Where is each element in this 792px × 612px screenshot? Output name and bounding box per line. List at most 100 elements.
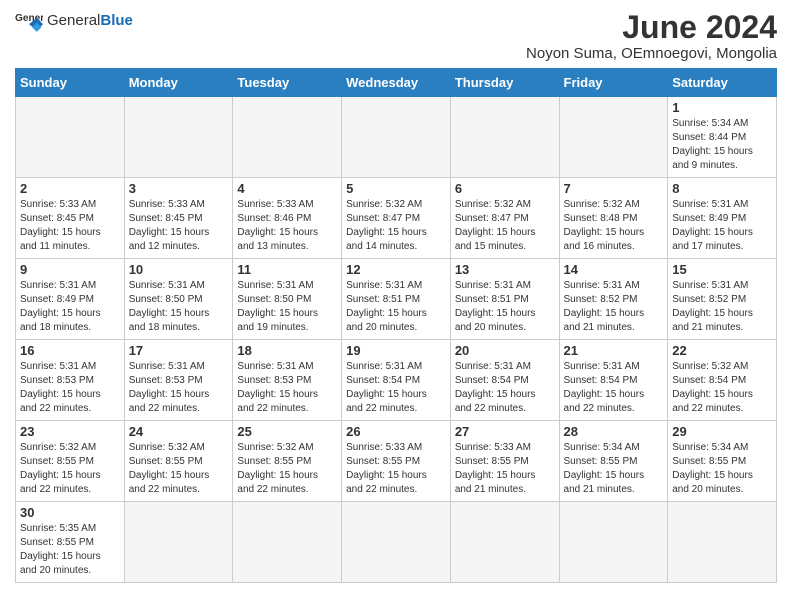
calendar-day-cell: 14 Sunrise: 5:31 AM Sunset: 8:52 PM Dayli…	[559, 259, 668, 340]
logo-blue-text: Blue	[100, 12, 133, 29]
day-info: Sunrise: 5:32 AM Sunset: 8:55 PM Dayligh…	[129, 441, 229, 497]
day-number: 24	[129, 424, 229, 439]
calendar-day-cell: 25 Sunrise: 5:32 AM Sunset: 8:55 PM Dayli…	[233, 421, 342, 502]
calendar-day-cell: 26 Sunrise: 5:33 AM Sunset: 8:55 PM Dayli…	[342, 421, 451, 502]
calendar-day-cell	[233, 97, 342, 178]
calendar-day-cell: 22Sunrise: 5:32 AM Sunset: 8:54 PM Dayli…	[668, 340, 777, 421]
weekday-header-thursday: Thursday	[450, 69, 559, 97]
day-number: 26	[346, 424, 446, 439]
day-number: 2	[20, 181, 120, 196]
calendar-day-cell: 21 Sunrise: 5:31 AM Sunset: 8:54 PM Dayli…	[559, 340, 668, 421]
day-number: 9	[20, 262, 120, 277]
calendar-day-cell: 27 Sunrise: 5:33 AM Sunset: 8:55 PM Dayli…	[450, 421, 559, 502]
day-info: Sunrise: 5:33 AM Sunset: 8:45 PM Dayligh…	[20, 198, 120, 254]
calendar-day-cell: 4Sunrise: 5:33 AM Sunset: 8:46 PM Daylig…	[233, 178, 342, 259]
calendar-day-cell: 8Sunrise: 5:31 AM Sunset: 8:49 PM Daylig…	[668, 178, 777, 259]
day-info: Sunrise: 5:31 AM Sunset: 8:54 PM Dayligh…	[455, 360, 555, 416]
logo-general-text: General	[47, 12, 100, 29]
day-info: Sunrise: 5:31 AM Sunset: 8:49 PM Dayligh…	[672, 198, 772, 254]
day-number: 10	[129, 262, 229, 277]
calendar-day-cell: 12 Sunrise: 5:31 AM Sunset: 8:51 PM Dayli…	[342, 259, 451, 340]
calendar-day-cell	[233, 502, 342, 583]
title-area: June 2024 Noyon Suma, OEmnoegovi, Mongol…	[526, 10, 777, 62]
day-info: Sunrise: 5:31 AM Sunset: 8:50 PM Dayligh…	[237, 279, 337, 335]
day-number: 25	[237, 424, 337, 439]
calendar-day-cell: 15 Sunrise: 5:31 AM Sunset: 8:52 PM Dayli…	[668, 259, 777, 340]
day-number: 18	[237, 343, 337, 358]
calendar-day-cell: 11 Sunrise: 5:31 AM Sunset: 8:50 PM Dayli…	[233, 259, 342, 340]
day-info: Sunrise: 5:31 AM Sunset: 8:49 PM Dayligh…	[20, 279, 120, 335]
day-number: 6	[455, 181, 555, 196]
calendar-day-cell	[342, 97, 451, 178]
calendar-day-cell: 3Sunrise: 5:33 AM Sunset: 8:45 PM Daylig…	[124, 178, 233, 259]
calendar-day-cell: 30 Sunrise: 5:35 AM Sunset: 8:55 PM Dayli…	[16, 502, 125, 583]
calendar-day-cell: 6 Sunrise: 5:32 AM Sunset: 8:47 PM Daylig…	[450, 178, 559, 259]
day-info: Sunrise: 5:34 AM Sunset: 8:44 PM Dayligh…	[672, 117, 772, 173]
calendar-week-row: 2 Sunrise: 5:33 AM Sunset: 8:45 PM Daylig…	[16, 178, 777, 259]
weekday-header-saturday: Saturday	[668, 69, 777, 97]
day-info: Sunrise: 5:33 AM Sunset: 8:55 PM Dayligh…	[346, 441, 446, 497]
calendar-day-cell: 10Sunrise: 5:31 AM Sunset: 8:50 PM Dayli…	[124, 259, 233, 340]
day-number: 19	[346, 343, 446, 358]
calendar-day-cell: 28Sunrise: 5:34 AM Sunset: 8:55 PM Dayli…	[559, 421, 668, 502]
day-info: Sunrise: 5:31 AM Sunset: 8:53 PM Dayligh…	[237, 360, 337, 416]
weekday-header-tuesday: Tuesday	[233, 69, 342, 97]
day-info: Sunrise: 5:32 AM Sunset: 8:47 PM Dayligh…	[346, 198, 446, 254]
day-number: 17	[129, 343, 229, 358]
day-number: 4	[237, 181, 337, 196]
day-number: 14	[564, 262, 664, 277]
calendar-day-cell: 1Sunrise: 5:34 AM Sunset: 8:44 PM Daylig…	[668, 97, 777, 178]
calendar-day-cell: 18 Sunrise: 5:31 AM Sunset: 8:53 PM Dayli…	[233, 340, 342, 421]
calendar-day-cell: 7 Sunrise: 5:32 AM Sunset: 8:48 PM Daylig…	[559, 178, 668, 259]
day-number: 29	[672, 424, 772, 439]
day-number: 13	[455, 262, 555, 277]
day-number: 21	[564, 343, 664, 358]
day-number: 12	[346, 262, 446, 277]
calendar-week-row: 30 Sunrise: 5:35 AM Sunset: 8:55 PM Dayli…	[16, 502, 777, 583]
day-number: 5	[346, 181, 446, 196]
day-info: Sunrise: 5:32 AM Sunset: 8:55 PM Dayligh…	[237, 441, 337, 497]
day-info: Sunrise: 5:32 AM Sunset: 8:47 PM Dayligh…	[455, 198, 555, 254]
calendar-day-cell: 17Sunrise: 5:31 AM Sunset: 8:53 PM Dayli…	[124, 340, 233, 421]
day-info: Sunrise: 5:31 AM Sunset: 8:51 PM Dayligh…	[455, 279, 555, 335]
calendar-day-cell: 19Sunrise: 5:31 AM Sunset: 8:54 PM Dayli…	[342, 340, 451, 421]
day-number: 3	[129, 181, 229, 196]
day-info: Sunrise: 5:31 AM Sunset: 8:53 PM Dayligh…	[20, 360, 120, 416]
calendar-week-row: 23Sunrise: 5:32 AM Sunset: 8:55 PM Dayli…	[16, 421, 777, 502]
day-info: Sunrise: 5:32 AM Sunset: 8:48 PM Dayligh…	[564, 198, 664, 254]
day-info: Sunrise: 5:32 AM Sunset: 8:54 PM Dayligh…	[672, 360, 772, 416]
header: General GeneralBlue June 2024 Noyon Suma…	[15, 10, 777, 62]
day-info: Sunrise: 5:31 AM Sunset: 8:52 PM Dayligh…	[672, 279, 772, 335]
day-number: 15	[672, 262, 772, 277]
day-number: 30	[20, 505, 120, 520]
calendar-day-cell	[559, 502, 668, 583]
weekday-header-wednesday: Wednesday	[342, 69, 451, 97]
weekday-header-sunday: Sunday	[16, 69, 125, 97]
calendar-week-row: 16Sunrise: 5:31 AM Sunset: 8:53 PM Dayli…	[16, 340, 777, 421]
day-number: 28	[564, 424, 664, 439]
day-info: Sunrise: 5:31 AM Sunset: 8:52 PM Dayligh…	[564, 279, 664, 335]
day-info: Sunrise: 5:33 AM Sunset: 8:55 PM Dayligh…	[455, 441, 555, 497]
calendar-day-cell	[450, 502, 559, 583]
day-info: Sunrise: 5:31 AM Sunset: 8:54 PM Dayligh…	[564, 360, 664, 416]
day-number: 20	[455, 343, 555, 358]
logo: General GeneralBlue	[15, 10, 133, 32]
calendar-day-cell: 29 Sunrise: 5:34 AM Sunset: 8:55 PM Dayli…	[668, 421, 777, 502]
weekday-header-friday: Friday	[559, 69, 668, 97]
calendar-day-cell	[668, 502, 777, 583]
calendar-day-cell: 13 Sunrise: 5:31 AM Sunset: 8:51 PM Dayli…	[450, 259, 559, 340]
calendar-day-cell	[342, 502, 451, 583]
day-number: 27	[455, 424, 555, 439]
day-info: Sunrise: 5:32 AM Sunset: 8:55 PM Dayligh…	[20, 441, 120, 497]
calendar-table: SundayMondayTuesdayWednesdayThursdayFrid…	[15, 68, 777, 583]
day-info: Sunrise: 5:34 AM Sunset: 8:55 PM Dayligh…	[672, 441, 772, 497]
calendar-day-cell	[559, 97, 668, 178]
calendar-header-row: SundayMondayTuesdayWednesdayThursdayFrid…	[16, 69, 777, 97]
day-info: Sunrise: 5:31 AM Sunset: 8:51 PM Dayligh…	[346, 279, 446, 335]
day-info: Sunrise: 5:35 AM Sunset: 8:55 PM Dayligh…	[20, 522, 120, 578]
day-number: 11	[237, 262, 337, 277]
calendar-day-cell: 16Sunrise: 5:31 AM Sunset: 8:53 PM Dayli…	[16, 340, 125, 421]
calendar-day-cell	[450, 97, 559, 178]
day-number: 7	[564, 181, 664, 196]
location-title: Noyon Suma, OEmnoegovi, Mongolia	[526, 45, 777, 62]
